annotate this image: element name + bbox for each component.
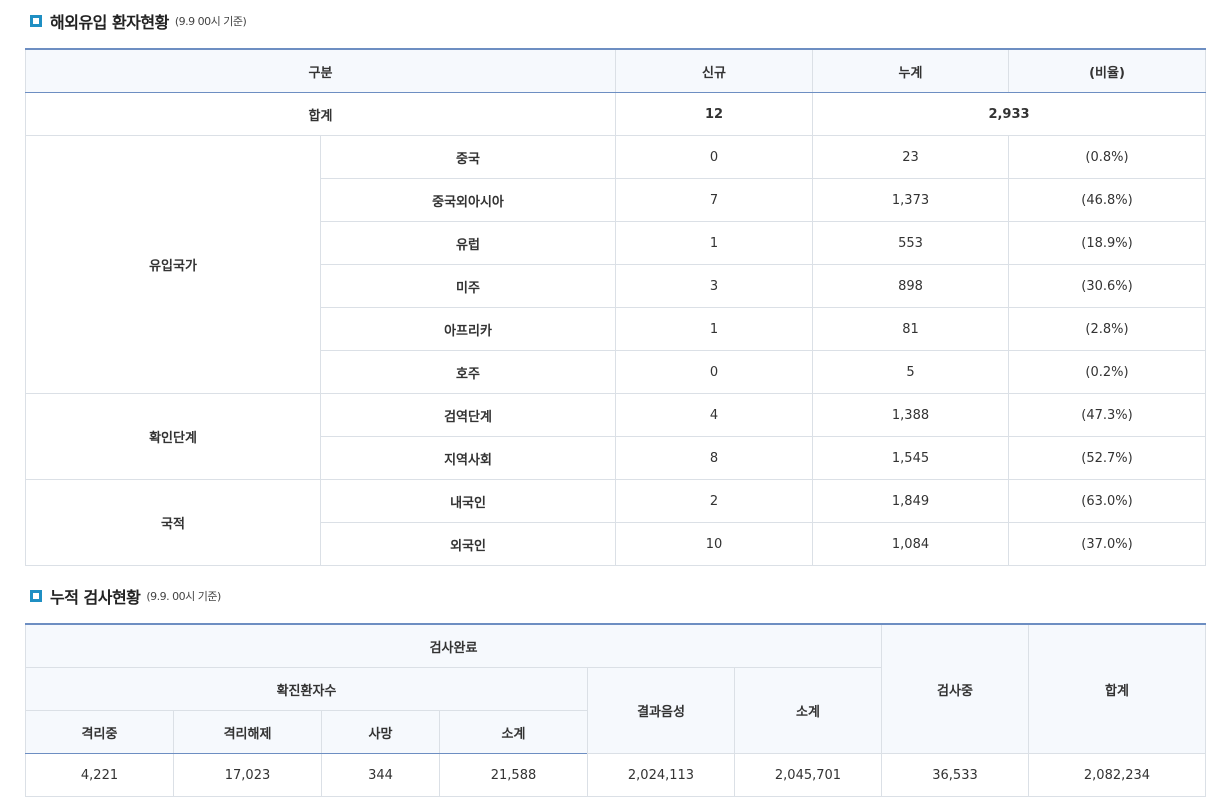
row-new: 1 (615, 221, 814, 265)
row-label: 중국 (319, 135, 617, 179)
header-completed-subtotal: 소계 (734, 667, 882, 754)
row-cumulative: 1,545 (812, 436, 1010, 480)
row-cumulative: 1,373 (812, 178, 1010, 222)
table-row: 국적 내국인 2 1,849 (63.0%) (25, 479, 1207, 566)
table-row: 유입국가 중국 0 23 (0.8%) (25, 135, 1207, 394)
group-label: 확인단계 (25, 393, 321, 480)
row-label: 중국외아시아 (319, 178, 617, 222)
row-ratio: (30.6%) (1008, 264, 1207, 308)
total-cumulative: 2,933 (812, 92, 1207, 136)
value-completed-subtotal: 2,045,701 (734, 753, 882, 797)
value-confirmed-subtotal: 21,588 (439, 753, 588, 797)
row-label: 미주 (319, 264, 617, 308)
row-cumulative: 1,849 (812, 479, 1010, 523)
row-new: 0 (615, 350, 814, 394)
row-cumulative: 1,388 (812, 393, 1010, 437)
header-isolated: 격리중 (25, 710, 174, 754)
header-total: 합계 (1028, 623, 1206, 754)
row-new: 10 (615, 522, 814, 566)
row-new: 8 (615, 436, 814, 480)
overseas-cases-table: 구분 신규 누계 (비율) 합계 12 2,933 유입국가 중국 0 23 (0.8%… (24, 48, 1207, 566)
row-label: 내국인 (319, 479, 617, 523)
section-subtitle: (9.9. 00시 기준) (146, 590, 221, 603)
row-new: 4 (615, 393, 814, 437)
header-negative: 결과음성 (587, 667, 735, 754)
row-ratio: (0.8%) (1008, 135, 1207, 179)
section-subtitle: (9.9 00시 기준) (174, 15, 247, 28)
section-title-text: 해외유입 환자현황 (50, 13, 169, 32)
header-deaths: 사망 (321, 710, 440, 754)
header-completed: 검사완료 (25, 623, 882, 668)
value-isolated: 4,221 (25, 753, 174, 797)
table-row: 4,221 17,023 344 21,588 2,024,113 2,045,… (25, 753, 1206, 797)
row-cumulative: 81 (812, 307, 1010, 351)
table-row: 확인단계 검역단계 4 1,388 (47.3%) (25, 393, 1207, 480)
row-cumulative: 1,084 (812, 522, 1010, 566)
row-ratio: (63.0%) (1008, 479, 1207, 523)
row-cumulative: 553 (812, 221, 1010, 265)
header-category: 구분 (24, 48, 617, 93)
value-released: 17,023 (173, 753, 322, 797)
row-label: 유럽 (319, 221, 617, 265)
value-testing: 36,533 (881, 753, 1029, 797)
section-title-text: 누적 검사현황 (50, 588, 141, 607)
group-label: 유입국가 (25, 135, 321, 394)
row-ratio: (18.9%) (1008, 221, 1207, 265)
row-ratio: (52.7%) (1008, 436, 1207, 480)
header-cumulative: 누계 (812, 48, 1010, 93)
value-deaths: 344 (321, 753, 440, 797)
header-confirmed: 확진환자수 (25, 667, 588, 711)
total-label: 합계 (24, 92, 617, 136)
header-released: 격리해제 (173, 710, 322, 754)
section-title-tests: 누적 검사현황 (9.9. 00시 기준) (30, 584, 221, 608)
row-ratio: (47.3%) (1008, 393, 1207, 437)
value-negative: 2,024,113 (587, 753, 735, 797)
header-confirmed-subtotal: 소계 (439, 710, 588, 754)
row-cumulative: 23 (812, 135, 1010, 179)
header-new: 신규 (615, 48, 814, 93)
value-total: 2,082,234 (1028, 753, 1206, 797)
row-new: 0 (615, 135, 814, 179)
total-row: 합계 12 2,933 (24, 92, 1207, 136)
row-ratio: (0.2%) (1008, 350, 1207, 394)
row-label: 아프리카 (319, 307, 617, 351)
bullet-square-icon (30, 15, 42, 27)
group-label: 국적 (25, 479, 321, 566)
total-new: 12 (615, 92, 814, 136)
table-header-row: 구분 신규 누계 (비율) (24, 48, 1207, 93)
row-new: 1 (615, 307, 814, 351)
header-testing: 검사중 (881, 623, 1029, 754)
row-label: 호주 (319, 350, 617, 394)
section-title-overseas: 해외유입 환자현황 (9.9 00시 기준) (30, 9, 247, 33)
row-new: 7 (615, 178, 814, 222)
bullet-square-icon (30, 590, 42, 602)
cumulative-tests-table: 검사완료 검사중 합계 확진환자수 결과음성 소계 격리중 격리해제 사망 소계… (25, 623, 1206, 797)
row-ratio: (46.8%) (1008, 178, 1207, 222)
row-cumulative: 5 (812, 350, 1010, 394)
row-new: 2 (615, 479, 814, 523)
row-cumulative: 898 (812, 264, 1010, 308)
row-label: 외국인 (319, 522, 617, 566)
table-header-row: 검사완료 검사중 합계 (25, 623, 1206, 754)
row-ratio: (37.0%) (1008, 522, 1207, 566)
row-new: 3 (615, 264, 814, 308)
row-label: 검역단계 (319, 393, 617, 437)
row-label: 지역사회 (319, 436, 617, 480)
row-ratio: (2.8%) (1008, 307, 1207, 351)
header-ratio: (비율) (1008, 48, 1207, 93)
